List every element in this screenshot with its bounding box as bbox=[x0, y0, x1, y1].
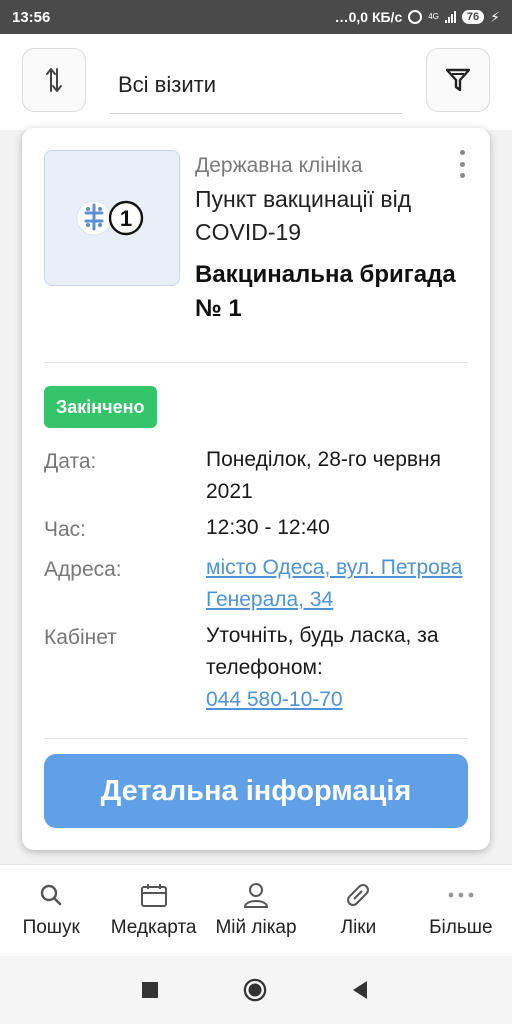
system-nav-bar bbox=[0, 956, 512, 1024]
nav-item-search[interactable]: Пошук bbox=[0, 865, 102, 956]
circle-icon bbox=[243, 978, 267, 1002]
status-bar: 13:56 …0,0 КБ/с 4G 76 ⚡ bbox=[0, 0, 512, 34]
header: Всі візити bbox=[0, 34, 512, 130]
back-button[interactable] bbox=[348, 978, 372, 1002]
nav-label: Більше bbox=[429, 917, 493, 938]
nav-item-medcard[interactable]: Медкарта bbox=[102, 865, 204, 956]
signal-icon bbox=[444, 11, 456, 23]
divider bbox=[44, 362, 468, 363]
visit-card: 1 Державна клініка Пункт вакцинації від … bbox=[22, 128, 490, 850]
sort-icon bbox=[46, 68, 62, 92]
network-speed: …0,0 КБ/с bbox=[334, 9, 403, 25]
visits-filter-select[interactable]: Всі візити bbox=[110, 56, 402, 114]
search-icon bbox=[41, 884, 62, 906]
status-indicators: …0,0 КБ/с 4G 76 ⚡ bbox=[335, 9, 500, 26]
bottom-nav: Пошук Медкарта Мій лікар Ліки Більше bbox=[0, 864, 512, 956]
nav-item-medicines[interactable]: Ліки bbox=[307, 865, 409, 956]
charging-icon: ⚡ bbox=[490, 8, 500, 25]
address-label: Адреса: bbox=[44, 558, 122, 581]
clinic-name: Пункт вакцинації від COVID-19 bbox=[195, 186, 412, 245]
nav-label: Пошук bbox=[22, 917, 80, 938]
nav-item-more[interactable]: Більше bbox=[410, 865, 512, 956]
square-icon bbox=[142, 982, 158, 998]
address-link[interactable]: місто Одеса, вул. Петрова Генерала, 34 bbox=[206, 552, 476, 616]
nav-label: Ліки bbox=[340, 917, 377, 938]
calendar-icon bbox=[140, 884, 167, 907]
more-icon bbox=[448, 892, 474, 898]
phone-link[interactable]: 044 580-10-70 bbox=[206, 684, 476, 716]
doctor-icon bbox=[244, 883, 269, 908]
nav-label: Медкарта bbox=[110, 917, 197, 938]
battery-icon: 76 bbox=[461, 10, 485, 24]
status-time: 13:56 bbox=[12, 8, 51, 26]
pill-icon bbox=[347, 884, 370, 906]
room-label: Кабінет bbox=[44, 626, 117, 649]
clinic-type: Державна клініка bbox=[195, 154, 363, 177]
recent-apps-button[interactable] bbox=[138, 978, 162, 1002]
filter-button[interactable] bbox=[426, 48, 490, 112]
date-label: Дата: bbox=[44, 450, 97, 473]
date-value: Понеділок, 28-го червня 2021 bbox=[206, 448, 442, 503]
alarm-icon bbox=[408, 10, 423, 24]
time-value: 12:30 - 12:40 bbox=[206, 516, 330, 539]
nav-label: Мій лікар bbox=[215, 917, 297, 938]
divider bbox=[44, 738, 468, 739]
details-button[interactable]: Детальна інформація bbox=[44, 754, 468, 828]
home-button[interactable] bbox=[243, 978, 267, 1002]
thumbnail-number: 1 bbox=[120, 206, 132, 231]
status-badge: Закінчено bbox=[44, 386, 157, 428]
back-triangle-icon bbox=[353, 981, 367, 999]
time-label: Час: bbox=[44, 518, 87, 541]
filter-icon bbox=[445, 68, 471, 92]
sort-button[interactable] bbox=[22, 48, 86, 112]
more-options-icon[interactable] bbox=[454, 148, 470, 180]
nav-item-my-doctor[interactable]: Мій лікар bbox=[205, 865, 307, 956]
room-value: Уточніть, будь ласка, за телефоном: bbox=[206, 624, 439, 679]
network-type: 4G bbox=[428, 12, 439, 21]
vaccine-icon: 1 bbox=[76, 200, 144, 236]
doctor-name: Вакцинальна бригада № 1 bbox=[195, 261, 456, 322]
clinic-thumbnail: 1 bbox=[44, 150, 180, 286]
